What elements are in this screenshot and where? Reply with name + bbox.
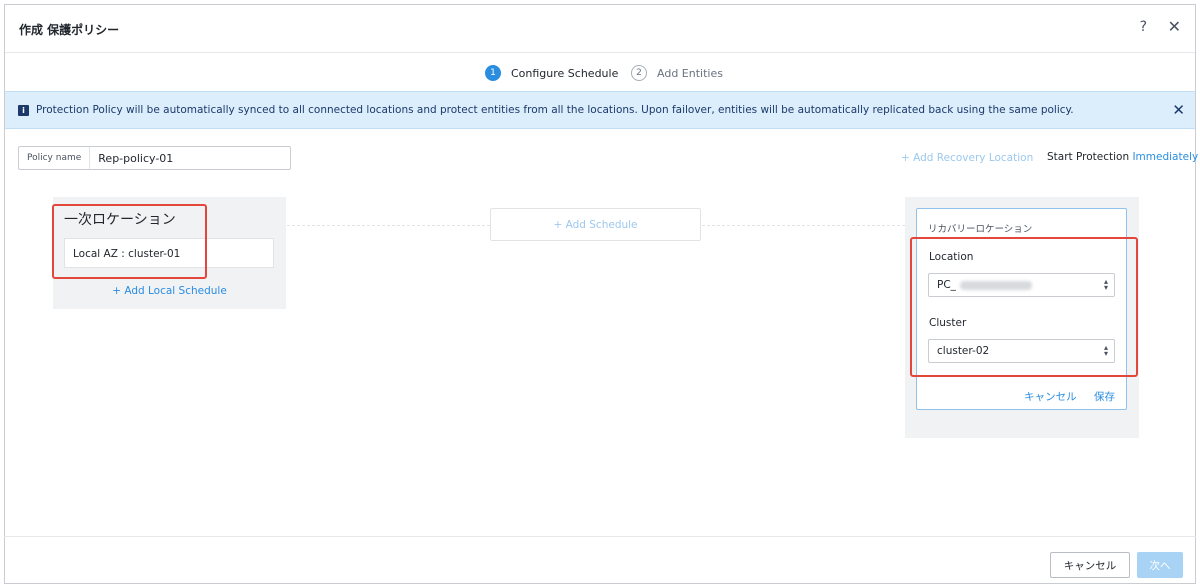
step-add-entities[interactable]: 2 Add Entities bbox=[631, 65, 723, 81]
start-protection-value-link[interactable]: Immediately bbox=[1132, 151, 1198, 163]
policy-name-label: Policy name bbox=[19, 147, 91, 169]
banner-message: Protection Policy will be automatically … bbox=[36, 104, 1074, 116]
close-icon[interactable]: ✕ bbox=[1168, 17, 1181, 36]
step-label: Add Entities bbox=[657, 66, 723, 80]
recovery-save-button[interactable]: 保存 bbox=[1094, 391, 1115, 403]
wizard-steps: 1 Configure Schedule 2 Add Entities bbox=[5, 53, 1195, 91]
info-banner: i Protection Policy will be automaticall… bbox=[5, 91, 1195, 129]
recovery-location-title: リカバリーロケーション bbox=[928, 224, 1033, 235]
start-protection-label: Start Protection bbox=[1047, 151, 1130, 163]
step-label: Configure Schedule bbox=[511, 66, 619, 80]
highlight-box-primary bbox=[52, 204, 207, 279]
banner-close-icon[interactable]: ✕ bbox=[1172, 101, 1185, 119]
step-number: 1 bbox=[485, 65, 501, 81]
help-icon[interactable]: ? bbox=[1140, 19, 1147, 35]
dialog-title: 作成 保護ポリシー bbox=[19, 23, 120, 37]
add-local-schedule-link[interactable]: + Add Local Schedule bbox=[53, 285, 286, 297]
start-protection: Start Protection Immediately bbox=[1047, 151, 1198, 163]
step-number: 2 bbox=[631, 65, 647, 81]
add-schedule-button[interactable]: + Add Schedule bbox=[490, 208, 701, 241]
policy-name-field[interactable]: Policy name bbox=[18, 146, 291, 170]
next-button[interactable]: 次へ bbox=[1137, 552, 1183, 578]
cancel-button[interactable]: キャンセル bbox=[1050, 552, 1130, 578]
dialog-header: 作成 保護ポリシー ? ✕ bbox=[5, 5, 1195, 53]
highlight-box-recovery bbox=[910, 237, 1138, 377]
info-icon: i bbox=[18, 105, 29, 116]
dialog-footer: キャンセル 次へ bbox=[4, 536, 1196, 584]
add-recovery-location-link[interactable]: + Add Recovery Location bbox=[901, 152, 1033, 164]
step-configure-schedule[interactable]: 1 Configure Schedule bbox=[485, 65, 618, 81]
policy-name-input[interactable] bbox=[90, 151, 271, 165]
recovery-cancel-button[interactable]: キャンセル bbox=[1024, 391, 1077, 403]
recovery-actions: キャンセル 保存 bbox=[1010, 389, 1115, 404]
